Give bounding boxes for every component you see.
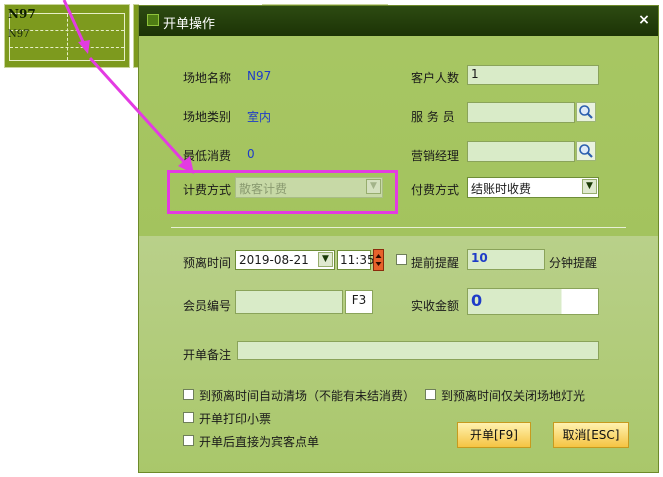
annotation-arrows bbox=[62, 0, 194, 174]
annotation-arrowhead bbox=[78, 40, 90, 54]
annotation-arrow-line bbox=[62, 0, 86, 45]
annotation-arrow-line bbox=[88, 56, 188, 166]
